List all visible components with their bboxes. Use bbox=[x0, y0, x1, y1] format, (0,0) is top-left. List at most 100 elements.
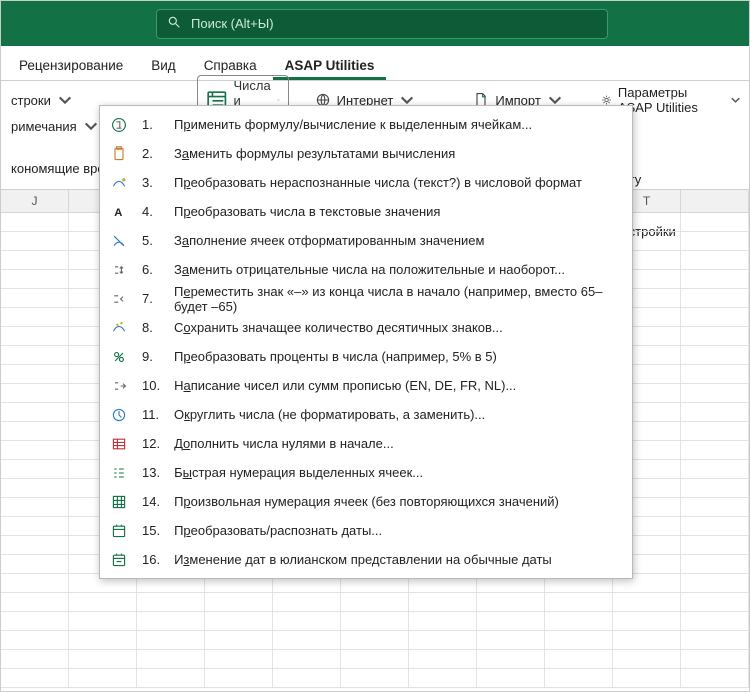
grid-cell[interactable] bbox=[1, 650, 69, 669]
grid-cell[interactable] bbox=[69, 612, 137, 631]
grid-cell[interactable] bbox=[205, 669, 273, 688]
col-header[interactable]: J bbox=[1, 190, 69, 212]
grid-cell[interactable] bbox=[681, 631, 749, 650]
grid-cell[interactable] bbox=[341, 650, 409, 669]
grid-cell[interactable] bbox=[681, 650, 749, 669]
grid-cell[interactable] bbox=[681, 460, 749, 479]
grid-cell[interactable] bbox=[341, 669, 409, 688]
menu-item-14[interactable]: 14.Произвольная нумерация ячеек (без пов… bbox=[100, 487, 632, 516]
grid-cell[interactable] bbox=[205, 593, 273, 612]
grid-cell[interactable] bbox=[681, 346, 749, 365]
grid-cell[interactable] bbox=[205, 612, 273, 631]
col-header[interactable] bbox=[681, 190, 749, 212]
grid-cell[interactable] bbox=[681, 498, 749, 517]
grid-cell[interactable] bbox=[1, 669, 69, 688]
grid-cell[interactable] bbox=[1, 327, 69, 346]
grid-cell[interactable] bbox=[137, 669, 205, 688]
grid-cell[interactable] bbox=[613, 612, 681, 631]
grid-cell[interactable] bbox=[409, 593, 477, 612]
grid-cell[interactable] bbox=[273, 669, 341, 688]
grid-cell[interactable] bbox=[613, 593, 681, 612]
grid-cell[interactable] bbox=[681, 441, 749, 460]
grid-cell[interactable] bbox=[681, 308, 749, 327]
grid-cell[interactable] bbox=[681, 232, 749, 251]
grid-cell[interactable] bbox=[137, 612, 205, 631]
grid-cell[interactable] bbox=[341, 593, 409, 612]
grid-cell[interactable] bbox=[1, 517, 69, 536]
menu-item-1[interactable]: 1.Применить формулу/вычисление к выделен… bbox=[100, 110, 632, 139]
grid-cell[interactable] bbox=[545, 631, 613, 650]
grid-cell[interactable] bbox=[681, 422, 749, 441]
menu-item-4[interactable]: A4.Преобразовать числа в текстовые значе… bbox=[100, 197, 632, 226]
menu-item-16[interactable]: 16.Изменение дат в юлианском представлен… bbox=[100, 545, 632, 574]
menu-item-12[interactable]: 12.Дополнить числа нулями в начале... bbox=[100, 429, 632, 458]
grid-cell[interactable] bbox=[1, 593, 69, 612]
grid-cell[interactable] bbox=[1, 403, 69, 422]
menu-item-7[interactable]: 7.Переместить знак «–» из конца числа в … bbox=[100, 284, 632, 313]
grid-cell[interactable] bbox=[613, 650, 681, 669]
grid-cell[interactable] bbox=[681, 555, 749, 574]
grid-cell[interactable] bbox=[205, 631, 273, 650]
grid-cell[interactable] bbox=[273, 612, 341, 631]
grid-cell[interactable] bbox=[273, 593, 341, 612]
grid-cell[interactable] bbox=[409, 669, 477, 688]
grid-cell[interactable] bbox=[1, 441, 69, 460]
grid-row[interactable] bbox=[1, 669, 749, 688]
menu-item-11[interactable]: 11.Округлить числа (не форматировать, а … bbox=[100, 400, 632, 429]
grid-cell[interactable] bbox=[681, 479, 749, 498]
menu-item-5[interactable]: 5.Заполнение ячеек отформатированным зна… bbox=[100, 226, 632, 255]
grid-cell[interactable] bbox=[681, 270, 749, 289]
grid-cell[interactable] bbox=[1, 251, 69, 270]
grid-cell[interactable] bbox=[1, 460, 69, 479]
grid-cell[interactable] bbox=[1, 365, 69, 384]
grid-cell[interactable] bbox=[1, 631, 69, 650]
grid-cell[interactable] bbox=[477, 650, 545, 669]
menu-item-10[interactable]: 10.Написание чисел или сумм прописью (EN… bbox=[100, 371, 632, 400]
grid-cell[interactable] bbox=[341, 612, 409, 631]
grid-cell[interactable] bbox=[681, 251, 749, 270]
grid-cell[interactable] bbox=[681, 536, 749, 555]
grid-row[interactable] bbox=[1, 593, 749, 612]
grid-cell[interactable] bbox=[477, 669, 545, 688]
grid-cell[interactable] bbox=[205, 650, 273, 669]
grid-cell[interactable] bbox=[69, 669, 137, 688]
tab-view[interactable]: Вид bbox=[139, 51, 187, 80]
grid-cell[interactable] bbox=[409, 612, 477, 631]
grid-cell[interactable] bbox=[545, 593, 613, 612]
menu-item-8[interactable]: 8.Сохранить значащее количество десятичн… bbox=[100, 313, 632, 342]
grid-cell[interactable] bbox=[681, 289, 749, 308]
grid-cell[interactable] bbox=[613, 669, 681, 688]
search-input[interactable]: Поиск (Alt+Ы) bbox=[156, 9, 608, 39]
grid-cell[interactable] bbox=[273, 650, 341, 669]
grid-cell[interactable] bbox=[1, 612, 69, 631]
grid-cell[interactable] bbox=[409, 631, 477, 650]
grid-cell[interactable] bbox=[613, 631, 681, 650]
grid-cell[interactable] bbox=[341, 631, 409, 650]
grid-cell[interactable] bbox=[1, 536, 69, 555]
grid-cell[interactable] bbox=[1, 308, 69, 327]
grid-cell[interactable] bbox=[137, 650, 205, 669]
menu-item-6[interactable]: 6.Заменить отрицательные числа на положи… bbox=[100, 255, 632, 284]
grid-cell[interactable] bbox=[681, 593, 749, 612]
grid-cell[interactable] bbox=[1, 232, 69, 251]
grid-cell[interactable] bbox=[137, 593, 205, 612]
grid-cell[interactable] bbox=[1, 574, 69, 593]
grid-cell[interactable] bbox=[681, 384, 749, 403]
grid-cell[interactable] bbox=[1, 479, 69, 498]
grid-cell[interactable] bbox=[681, 612, 749, 631]
grid-cell[interactable] bbox=[545, 612, 613, 631]
grid-cell[interactable] bbox=[1, 289, 69, 308]
menu-item-15[interactable]: 15.Преобразовать/распознать даты... bbox=[100, 516, 632, 545]
menu-item-13[interactable]: 13.Быстрая нумерация выделенных ячеек... bbox=[100, 458, 632, 487]
grid-cell[interactable] bbox=[545, 669, 613, 688]
menu-item-2[interactable]: 2.Заменить формулы результатами вычислен… bbox=[100, 139, 632, 168]
grid-cell[interactable] bbox=[681, 327, 749, 346]
grid-cell[interactable] bbox=[681, 403, 749, 422]
grid-cell[interactable] bbox=[681, 574, 749, 593]
grid-cell[interactable] bbox=[1, 422, 69, 441]
ribbon-rows-button[interactable]: строки bbox=[3, 90, 81, 110]
grid-cell[interactable] bbox=[1, 555, 69, 574]
grid-cell[interactable] bbox=[477, 631, 545, 650]
grid-cell[interactable] bbox=[137, 631, 205, 650]
grid-cell[interactable] bbox=[69, 593, 137, 612]
